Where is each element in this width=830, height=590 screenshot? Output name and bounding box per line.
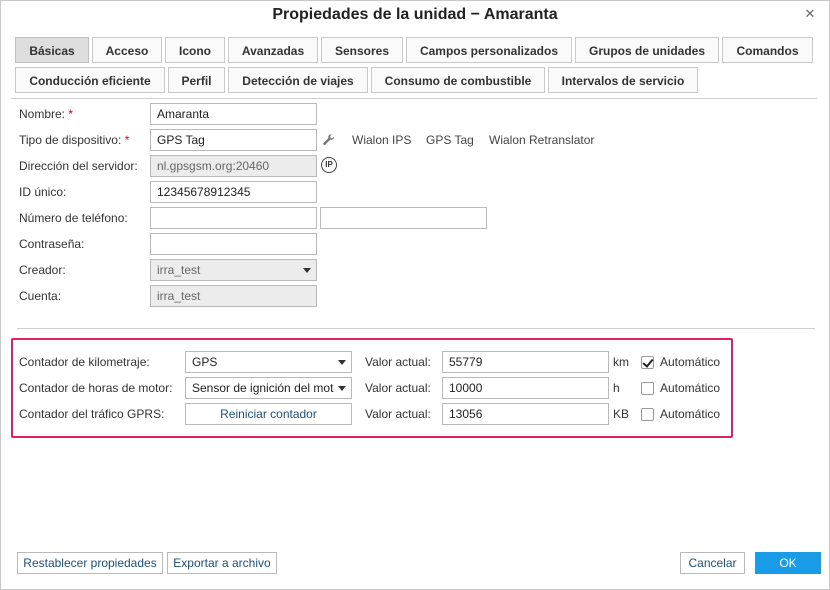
- mileage-counter-select[interactable]: GPS: [185, 351, 352, 373]
- tab-sensores[interactable]: Sensores: [321, 37, 403, 63]
- device-link-gps-tag[interactable]: GPS Tag: [426, 133, 474, 147]
- engine-auto-checkbox[interactable]: [641, 382, 654, 395]
- phone-label: Número de teléfono:: [19, 211, 128, 225]
- server-address-field: nl.gpsgsm.org:20460: [150, 155, 317, 177]
- creator-select-value: irra_test: [157, 263, 201, 277]
- cancel-button[interactable]: Cancelar: [680, 552, 745, 574]
- creator-label: Creador:: [19, 263, 66, 277]
- reset-counter-button[interactable]: Reiniciar contador: [185, 403, 352, 425]
- account-field: irra_test: [150, 285, 317, 307]
- engine-current-value-input[interactable]: 10000: [442, 377, 609, 399]
- gprs-auto-checkbox[interactable]: [641, 408, 654, 421]
- tab-grupos-de-unidades[interactable]: Grupos de unidades: [575, 37, 719, 63]
- export-to-file-button[interactable]: Exportar a archivo: [167, 552, 277, 574]
- mileage-counter-label: Contador de kilometraje:: [19, 355, 150, 369]
- tab-perfil[interactable]: Perfil: [168, 67, 225, 93]
- password-input[interactable]: [150, 233, 317, 255]
- ip-icon[interactable]: IP: [321, 157, 337, 173]
- tab-campos-personalizados[interactable]: Campos personalizados: [406, 37, 572, 63]
- name-input[interactable]: Amaranta: [150, 103, 317, 125]
- mileage-unit: km: [613, 355, 629, 369]
- device-type-input[interactable]: GPS Tag: [150, 129, 317, 151]
- section-divider: [17, 328, 815, 329]
- engine-current-value-label: Valor actual:: [365, 381, 431, 395]
- dialog-title: Propiedades de la unidad − Amaranta: [272, 6, 558, 23]
- device-type-label: Tipo de dispositivo: *: [19, 133, 130, 147]
- name-label: Nombre: *: [19, 107, 74, 121]
- mileage-counter-select-value: GPS: [192, 355, 218, 369]
- ok-button[interactable]: OK: [755, 552, 821, 574]
- device-link-wialon-ips[interactable]: Wialon IPS: [352, 133, 411, 147]
- gprs-auto-label: Automático: [660, 407, 721, 421]
- wrench-icon[interactable]: [322, 133, 336, 147]
- mileage-current-value-input[interactable]: 55779: [442, 351, 609, 373]
- phone-input-1[interactable]: [150, 207, 317, 229]
- mileage-current-value-label: Valor actual:: [365, 355, 431, 369]
- phone-input-2[interactable]: [320, 207, 487, 229]
- tab-intervalos-de-servicio[interactable]: Intervalos de servicio: [548, 67, 698, 93]
- tab-conduccion-eficiente[interactable]: Conducción eficiente: [15, 67, 165, 93]
- unique-id-label: ID único:: [19, 185, 67, 199]
- engine-hours-select[interactable]: Sensor de ignición del mot: [185, 377, 352, 399]
- engine-auto-label: Automático: [660, 381, 721, 395]
- device-link-wialon-retranslator[interactable]: Wialon Retranslator: [489, 133, 594, 147]
- unique-id-input[interactable]: 12345678912345: [150, 181, 317, 203]
- engine-unit: h: [613, 381, 620, 395]
- password-label: Contraseña:: [19, 237, 85, 251]
- tab-deteccion-de-viajes[interactable]: Detección de viajes: [228, 67, 368, 93]
- tabs-divider: [11, 98, 817, 99]
- engine-hours-label: Contador de horas de motor:: [19, 381, 173, 395]
- mileage-auto-label: Automático: [660, 355, 721, 369]
- reset-properties-button[interactable]: Restablecer propiedades: [17, 552, 163, 574]
- tab-comandos[interactable]: Comandos: [722, 37, 813, 63]
- account-label: Cuenta:: [19, 289, 62, 303]
- tab-icono[interactable]: Icono: [165, 37, 225, 63]
- chevron-down-icon: [338, 360, 346, 365]
- tab-basicas[interactable]: Básicas: [15, 37, 89, 63]
- tab-consumo-de-combustible[interactable]: Consumo de combustible: [371, 67, 545, 93]
- gprs-current-value-input[interactable]: 13056: [442, 403, 609, 425]
- close-icon[interactable]: ✕: [803, 7, 817, 21]
- unit-properties-dialog: Propiedades de la unidad − Amaranta ✕ Bá…: [0, 0, 830, 590]
- chevron-down-icon: [303, 268, 311, 273]
- gprs-current-value-label: Valor actual:: [365, 407, 431, 421]
- creator-select[interactable]: irra_test: [150, 259, 317, 281]
- tab-acceso[interactable]: Acceso: [92, 37, 162, 63]
- engine-hours-select-value: Sensor de ignición del mot: [192, 381, 334, 395]
- gprs-counter-label: Contador del tráfico GPRS:: [19, 407, 165, 421]
- mileage-auto-checkbox[interactable]: [641, 356, 654, 369]
- gprs-unit: KB: [613, 407, 630, 421]
- server-address-label: Dirección del servidor:: [19, 159, 138, 173]
- tab-avanzadas[interactable]: Avanzadas: [228, 37, 318, 63]
- chevron-down-icon: [338, 386, 346, 391]
